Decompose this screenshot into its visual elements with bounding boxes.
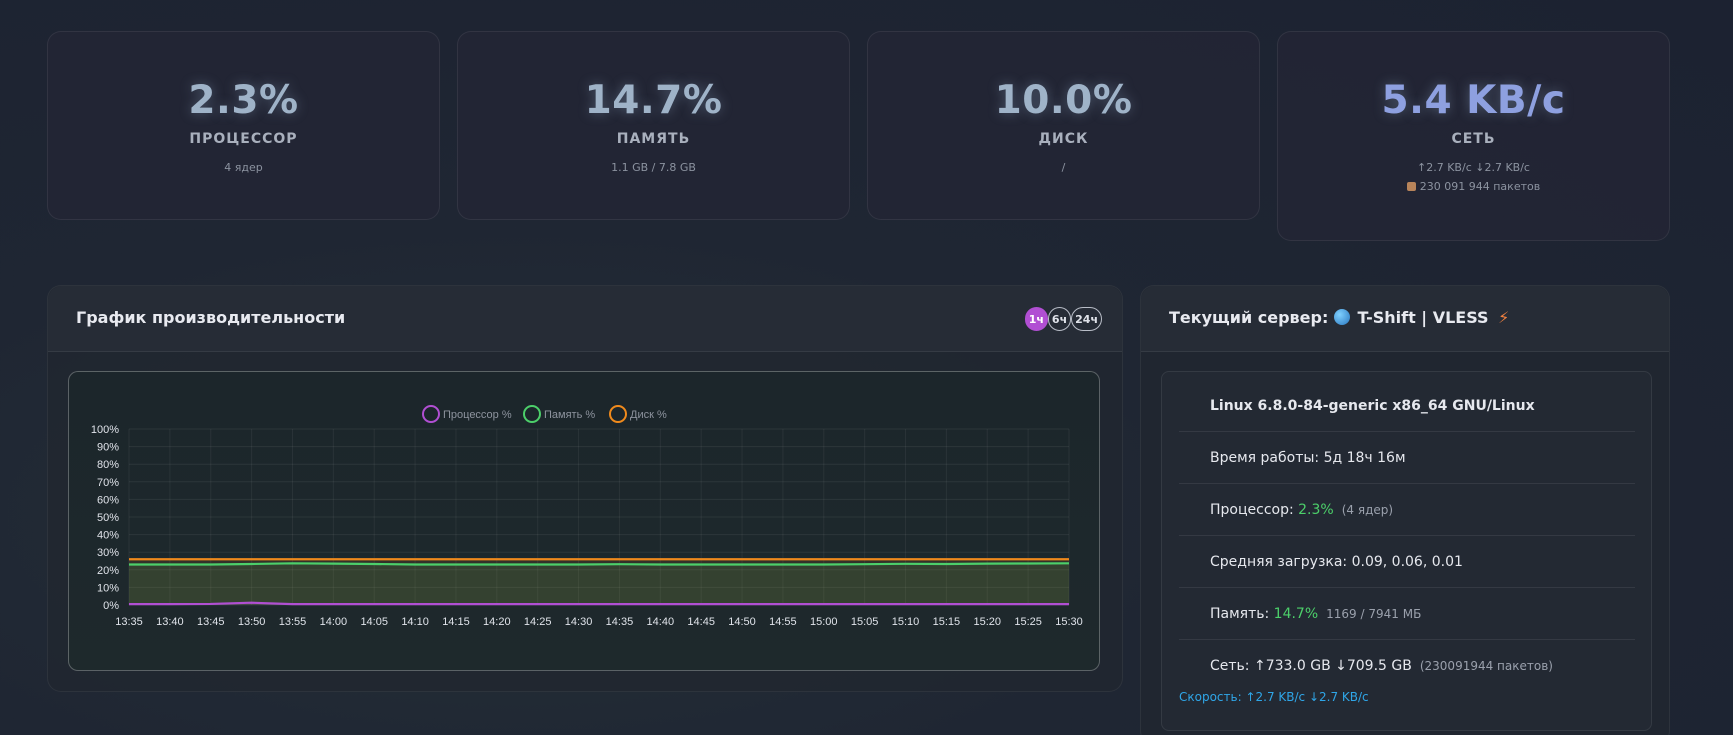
server-title: Текущий сервер: T-Shift | VLESS ⚡ (1169, 308, 1509, 327)
disk-label: ДИСК (1038, 131, 1089, 147)
legend-label: Диск % (630, 409, 667, 421)
cpu-row: Процессор: 2.3% (4 ядер) (1179, 484, 1635, 536)
x-tick-label: 14:00 (320, 616, 348, 628)
y-tick-label: 50% (97, 512, 119, 524)
x-tick-label: 14:05 (360, 616, 388, 628)
series-line (129, 562, 1070, 566)
disk-mount: / (1061, 161, 1066, 174)
uptime-row: Время работы: 5д 18ч 16м (1179, 432, 1635, 484)
performance-chart-svg: 0% 10% 20% 30% 40% 50% 60% 70% 80% 90% 100% 13:35 13… (91, 405, 1083, 628)
network-value: 5.4 KB/с (1381, 78, 1566, 123)
network-label: СЕТЬ (1451, 131, 1496, 147)
performance-title: График производительности (76, 308, 346, 327)
x-tick-label: 14:20 (483, 616, 511, 628)
memory-stat-card: 14.7% ПАМЯТЬ 1.1 GB / 7.8 GB (457, 31, 850, 220)
load-row: Средняя загрузка: 0.09, 0.06, 0.01 (1179, 536, 1635, 588)
x-tick-label: 13:50 (238, 616, 266, 628)
memory-label: ПАМЯТЬ (616, 131, 691, 147)
range-6h-button[interactable]: 6ч (1047, 307, 1072, 331)
network-packets: 230 091 944 пакетов (1419, 180, 1541, 193)
performance-chart: 0% 10% 20% 30% 40% 50% 60% 70% 80% 90% 100% 13:35 13… (68, 371, 1100, 671)
memory-row: Память: 14.7% 1169 / 7941 МБ (1179, 588, 1635, 640)
x-tick-label: 14:40 (647, 616, 675, 628)
globe-icon (1333, 309, 1350, 325)
y-tick-label: 20% (97, 565, 119, 577)
y-tick-label: 0% (103, 600, 119, 612)
cpu-row-label: Процессор: (1210, 501, 1294, 518)
network-row-totals: Сеть: ↑733.0 GB ↓709.5 GB (1210, 658, 1412, 674)
server-title-prefix: Текущий сервер: (1169, 308, 1329, 327)
x-tick-label: 15:30 (1055, 616, 1083, 628)
performance-panel-header: График производительности 1ч 6ч 24ч (48, 286, 1122, 352)
os-row: Linux 6.8.0-84-generic x86_64 GNU/Linux (1179, 380, 1635, 432)
x-tick-label: 14:55 (769, 616, 797, 628)
memory-row-detail: 1169 / 7941 МБ (1326, 606, 1422, 621)
cpu-row-cores: (4 ядер) (1341, 502, 1394, 517)
cpu-row-value: 2.3% (1298, 501, 1334, 518)
x-tick-label: 13:35 (115, 616, 143, 628)
x-tick-label: 14:30 (565, 616, 593, 628)
memory-row-value: 14.7% (1273, 605, 1319, 622)
memory-detail: 1.1 GB / 7.8 GB (611, 161, 696, 174)
cpu-label: ПРОЦЕССОР (189, 131, 298, 147)
memory-row-label: Память: (1210, 605, 1270, 622)
y-tick-label: 30% (97, 547, 119, 559)
lightning-icon: ⚡ (1498, 308, 1510, 327)
legend-marker (523, 405, 541, 423)
speed-line: Скорость: ↑2.7 KB/с ↓2.7 KB/с (1179, 690, 1369, 704)
legend-label: Память % (544, 409, 595, 421)
network-row: Сеть: ↑733.0 GB ↓709.5 GB (230091944 паке… (1179, 640, 1635, 692)
network-packets-line: 230 091 944 пакетов (1278, 180, 1669, 193)
network-speed: ↑2.7 KB/с ↓2.7 KB/с (1417, 161, 1530, 174)
network-row-packets: (230091944 пакетов) (1419, 659, 1553, 673)
range-1h-button[interactable]: 1ч (1024, 307, 1048, 331)
server-panel: Текущий сервер: T-Shift | VLESS ⚡ Linux … (1140, 285, 1670, 735)
range-buttons: 1ч 6ч 24ч (1024, 307, 1102, 331)
cpu-value: 2.3% (188, 78, 299, 123)
disk-stat-card: 10.0% ДИСК / (867, 31, 1260, 220)
network-stat-card: 5.4 KB/с СЕТЬ ↑2.7 KB/с ↓2.7 KB/с 230 09… (1277, 31, 1670, 241)
y-tick-label: 80% (97, 459, 119, 471)
y-tick-label: 10% (97, 582, 119, 594)
x-tick-label: 15:10 (892, 616, 920, 628)
legend-marker (609, 405, 627, 423)
server-info-box: Linux 6.8.0-84-generic x86_64 GNU/Linux … (1161, 371, 1652, 731)
legend-label: Процессор % (443, 409, 512, 421)
y-tick-label: 90% (97, 442, 119, 454)
y-tick-label: 70% (97, 477, 119, 489)
memory-value: 14.7% (584, 78, 723, 123)
x-tick-label: 14:10 (401, 616, 429, 628)
x-tick-label: 13:55 (279, 616, 307, 628)
legend-marker (422, 405, 440, 423)
x-tick-label: 15:05 (851, 616, 879, 628)
range-24h-button[interactable]: 24ч (1071, 307, 1102, 331)
x-tick-label: 14:50 (728, 616, 756, 628)
server-name: T-Shift | VLESS (1357, 308, 1489, 327)
x-tick-label: 15:20 (973, 616, 1001, 628)
x-tick-label: 14:45 (687, 616, 715, 628)
x-tick-label: 14:25 (524, 616, 552, 628)
y-tick-label: 60% (97, 494, 119, 506)
disk-value: 10.0% (994, 78, 1133, 123)
server-panel-header: Текущий сервер: T-Shift | VLESS ⚡ (1141, 286, 1669, 352)
x-tick-label: 13:40 (156, 616, 184, 628)
x-tick-label: 13:45 (197, 616, 225, 628)
package-icon (1406, 182, 1416, 191)
y-tick-label: 40% (97, 530, 119, 542)
performance-panel: График производительности 1ч 6ч 24ч 0% 10… (47, 285, 1123, 692)
x-tick-label: 15:25 (1014, 616, 1042, 628)
cpu-cores: 4 ядер (224, 161, 263, 174)
cpu-stat-card: 2.3% ПРОЦЕССОР 4 ядер (47, 31, 440, 220)
series-area (129, 563, 1069, 605)
x-tick-label: 15:15 (933, 616, 961, 628)
x-tick-label: 14:15 (442, 616, 470, 628)
y-tick-label: 100% (91, 424, 119, 436)
x-tick-label: 14:35 (606, 616, 634, 628)
x-tick-label: 15:00 (810, 616, 838, 628)
